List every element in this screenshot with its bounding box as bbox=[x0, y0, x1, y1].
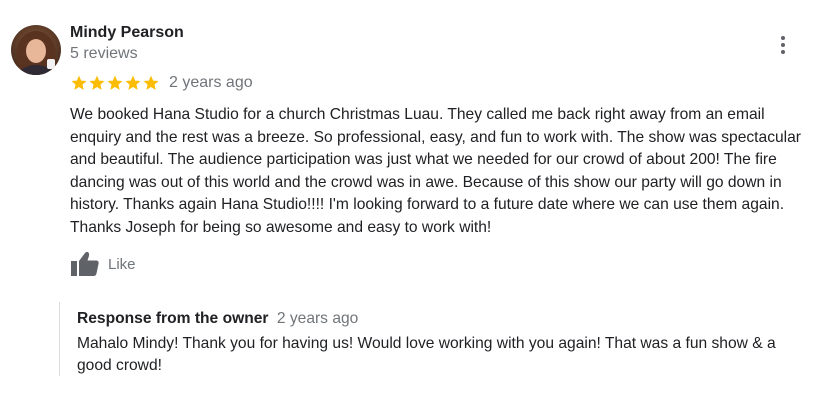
owner-response-text-line: good crowd! bbox=[77, 356, 162, 374]
review-text: We booked Hana Studio for a church Chris… bbox=[70, 104, 830, 239]
avatar-photo bbox=[11, 25, 61, 75]
owner-response: Response from the owner 2 years ago Maha… bbox=[59, 302, 830, 376]
avatar[interactable] bbox=[11, 25, 61, 75]
review-text-line: history. Thanks again Hana Studio!!!! I'… bbox=[70, 196, 785, 213]
review-text-line: dancing was out of this world and the cr… bbox=[70, 173, 782, 191]
review-text-line: and beautiful. The audience participatio… bbox=[70, 151, 777, 168]
star-icon bbox=[143, 75, 159, 90]
review-text-line: Thanks Joseph for being so awesome and e… bbox=[70, 218, 492, 236]
star-icon bbox=[107, 75, 123, 90]
star-icon bbox=[71, 75, 87, 90]
star-rating bbox=[70, 74, 160, 92]
star-icon bbox=[89, 75, 105, 90]
owner-response-text: Mahalo Mindy! Thank you for having us! W… bbox=[77, 333, 822, 376]
reviewer-name[interactable]: Mindy Pearson bbox=[70, 24, 184, 42]
review-text-line: enquiry and the rest was a breeze. So pr… bbox=[70, 128, 801, 146]
more-vert-icon-dot bbox=[781, 50, 785, 54]
star-icon bbox=[125, 75, 141, 90]
owner-response-title: Response from the owner bbox=[77, 310, 269, 327]
rating-row: 2 years ago bbox=[70, 73, 253, 93]
owner-response-header: Response from the owner 2 years ago bbox=[77, 310, 358, 328]
owner-response-text-line: Mahalo Mindy! Thank you for having us! W… bbox=[77, 335, 776, 352]
more-options-button[interactable] bbox=[772, 33, 794, 57]
like-button[interactable]: Like bbox=[70, 250, 136, 278]
thumbs-up-icon bbox=[71, 251, 99, 276]
owner-response-date: 2 years ago bbox=[276, 310, 359, 327]
reviewer-review-count: 5 reviews bbox=[70, 45, 138, 62]
more-vert-icon bbox=[781, 36, 785, 40]
like-label: Like bbox=[108, 255, 136, 273]
more-vert-icon-dot bbox=[781, 43, 785, 47]
review-date: 2 years ago bbox=[169, 74, 253, 91]
review-text-line: We booked Hana Studio for a church Chris… bbox=[70, 106, 765, 123]
